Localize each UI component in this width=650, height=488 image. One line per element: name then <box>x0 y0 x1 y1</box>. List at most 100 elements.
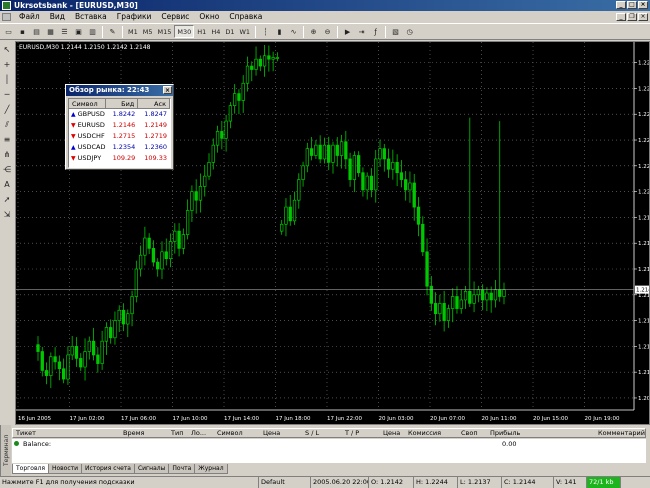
market-watch-row[interactable]: ▼ EURUSD 1.2146 1.2149 <box>69 120 170 131</box>
candle-body-bear <box>433 303 438 315</box>
candle-body-bear <box>220 131 224 139</box>
market-watch-row[interactable]: ▼ USDJPY 109.29 109.33 <box>69 153 170 164</box>
col-profit[interactable]: Прибыль <box>490 429 520 438</box>
menu-insert[interactable]: Вставка <box>70 11 112 23</box>
market-watch-row[interactable]: ▲ GBPUSD 1.8242 1.8247 <box>69 109 170 120</box>
fan-icon[interactable]: ⋲ <box>2 164 13 175</box>
price-tick-label: 1.2190 <box>638 215 649 221</box>
timeframe-h4[interactable]: H4 <box>209 25 222 38</box>
col-commission[interactable]: Комиссия <box>408 429 441 438</box>
channel-icon[interactable]: ⫽ <box>2 119 13 130</box>
timeframe-m5[interactable]: M5 <box>141 25 155 38</box>
col-bid[interactable]: Бид <box>106 99 139 108</box>
menu-file[interactable]: Файл <box>14 11 45 23</box>
market-watch-icon[interactable]: ▦ <box>44 25 57 38</box>
col-price[interactable]: Цена <box>263 429 280 438</box>
col-time[interactable]: Время <box>123 429 144 438</box>
market-watch-row[interactable]: ▲ USDCAD 1.2354 1.2360 <box>69 142 170 153</box>
chart-restore-button[interactable]: ❐ <box>627 13 637 21</box>
candle-body-bear <box>455 296 459 309</box>
current-price-label: 1.2148 <box>636 288 649 294</box>
tab-journal[interactable]: Журнал <box>194 464 228 474</box>
tab-signals[interactable]: Сигналы <box>133 464 170 474</box>
close-button[interactable]: × <box>638 1 648 9</box>
col-ask[interactable]: Аск <box>138 99 170 108</box>
timeframe-m1[interactable]: M1 <box>126 25 140 38</box>
candle-body-bear <box>327 144 331 163</box>
pitchfork-icon[interactable]: ⋔ <box>2 149 13 160</box>
candle-body-bull <box>378 148 382 160</box>
more-tools-icon[interactable]: ⇲ <box>2 209 13 220</box>
candle-body-bull <box>446 308 451 321</box>
trendline-icon[interactable]: ╱ <box>2 104 13 115</box>
candle-chart-icon[interactable]: ▮ <box>273 25 286 38</box>
terminal-icon[interactable]: ▣ <box>72 25 85 38</box>
col-tp[interactable]: T / P <box>345 429 359 438</box>
maximize-button[interactable]: □ <box>627 1 637 9</box>
menu-tools[interactable]: Сервис <box>156 11 194 23</box>
zoom-out-icon[interactable]: ⊖ <box>321 25 334 38</box>
candle-body-bull <box>292 199 297 222</box>
indicators-icon[interactable]: ƒ <box>369 25 382 38</box>
candle-body-bull <box>87 340 91 352</box>
market-watch-close-icon[interactable]: × <box>163 86 172 94</box>
navigator-icon[interactable]: ☰ <box>58 25 71 38</box>
autoscroll-icon[interactable]: ▶ <box>341 25 354 38</box>
horizontal-line-icon[interactable]: ─ <box>2 89 13 100</box>
menu-view[interactable]: Вид <box>45 11 70 23</box>
menu-help[interactable]: Справка <box>224 11 267 23</box>
col-sl[interactable]: S / L <box>305 429 319 438</box>
tab-trade[interactable]: Торговля <box>12 464 49 474</box>
timeframe-w1[interactable]: W1 <box>237 25 252 38</box>
market-watch-window[interactable]: Обзор рынка: 22:43 × Символ Бид Аск ▲ GBP… <box>65 84 174 170</box>
fibonacci-icon[interactable]: ≡ <box>2 134 13 145</box>
chart-shift-icon[interactable]: ⇥ <box>355 25 368 38</box>
arrow-label-icon[interactable]: ➚ <box>2 194 13 205</box>
timeframe-m15[interactable]: M15 <box>156 25 174 38</box>
chart-close-button[interactable]: × <box>638 13 648 21</box>
bid-value: 1.8242 <box>112 110 136 118</box>
bar-chart-icon[interactable]: ┆ <box>259 25 272 38</box>
chart-minimize-button[interactable]: _ <box>616 13 626 21</box>
save-icon[interactable]: ▪ <box>16 25 29 38</box>
chart-window-icon[interactable] <box>2 13 11 21</box>
timeframe-h1[interactable]: H1 <box>195 25 208 38</box>
timeframe-m30[interactable]: M30 <box>174 25 195 38</box>
menu-window[interactable]: Окно <box>194 11 224 23</box>
col-swap[interactable]: Своп <box>461 429 478 438</box>
new-chart-icon[interactable]: ▭ <box>2 25 15 38</box>
candle-body-bear <box>36 344 40 352</box>
balance-row[interactable]: Balance: 0.00 <box>12 439 646 449</box>
profiles-icon[interactable]: ▤ <box>30 25 43 38</box>
tab-account-history[interactable]: История счета <box>81 464 135 474</box>
candle-body-bull <box>408 182 412 191</box>
col-symbol[interactable]: Символ <box>217 429 243 438</box>
col-current-price[interactable]: Цена <box>383 429 400 438</box>
col-lots[interactable]: Ло... <box>191 429 206 438</box>
periods-icon[interactable]: ◷ <box>403 25 416 38</box>
col-ticket[interactable]: Тикет <box>16 429 36 438</box>
cursor-icon[interactable]: ↖ <box>2 44 13 55</box>
candle-body-bear <box>399 172 404 180</box>
tester-icon[interactable]: ▥ <box>86 25 99 38</box>
col-type[interactable]: Тип <box>171 429 183 438</box>
new-order-icon[interactable]: ✎ <box>106 25 119 38</box>
text-icon[interactable]: A <box>2 179 13 190</box>
crosshair-icon[interactable]: + <box>2 59 13 70</box>
line-chart-icon[interactable]: ∿ <box>287 25 300 38</box>
minimize-button[interactable]: _ <box>616 1 626 9</box>
tab-mailbox[interactable]: Почта <box>168 464 196 474</box>
col-symbol[interactable]: Символ <box>69 99 106 108</box>
timeframe-d1[interactable]: D1 <box>223 25 236 38</box>
menu-charts[interactable]: Графики <box>112 11 157 23</box>
col-comment[interactable]: Комментарий <box>598 429 645 438</box>
templates-icon[interactable]: ▧ <box>389 25 402 38</box>
time-tick-label: 20 Jun 15:00 <box>533 416 568 422</box>
zoom-in-icon[interactable]: ⊕ <box>307 25 320 38</box>
tab-news[interactable]: Новости <box>47 464 83 474</box>
vertical-line-icon[interactable]: │ <box>2 74 13 85</box>
symbol-name: USDCAD <box>77 143 106 151</box>
candle-body-bull <box>305 148 309 167</box>
market-watch-row[interactable]: ▼ USDCHF 1.2715 1.2719 <box>69 131 170 142</box>
candle-body-bull <box>134 268 138 297</box>
